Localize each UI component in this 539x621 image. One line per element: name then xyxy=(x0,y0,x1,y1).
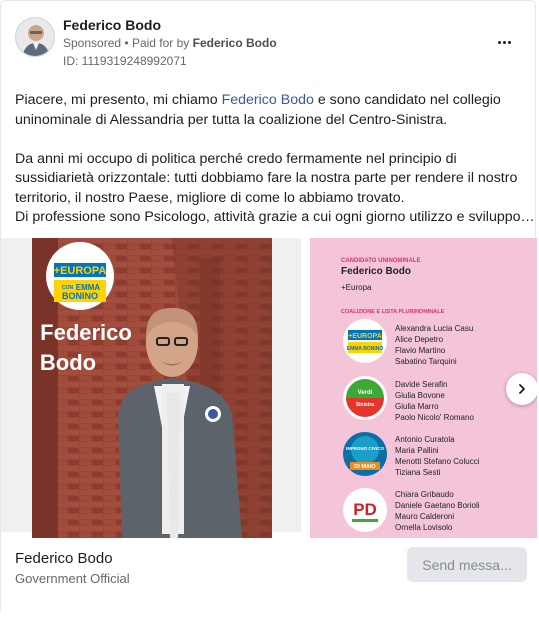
slide-name-last: Bodo xyxy=(40,350,96,375)
candidate-list-graphic: CANDIDATO UNINOMINALE Federico Bodo +Eur… xyxy=(310,238,537,538)
candidate-name: Chiara Gribaudo xyxy=(395,490,454,499)
candidate-name: Flavio Martino xyxy=(395,346,446,355)
candidate-photo-image: +EUROPA CON EMMA BONINO Federico Bodo xyxy=(32,238,272,538)
candidate-name: Alice Depetro xyxy=(395,335,444,344)
candidate-name: Mauro Calderoni xyxy=(395,512,454,521)
post-header: Federico Bodo Sponsored • Paid for by Fe… xyxy=(15,17,535,77)
avatar-portrait-icon xyxy=(16,18,54,56)
avatar[interactable] xyxy=(15,17,55,57)
candidate-name: Ornella Lovisolo xyxy=(395,523,453,532)
post-body: Piacere, mi presento, mi chiamo Federico… xyxy=(15,91,535,228)
group-logo-sinistra: Sinistra xyxy=(356,402,375,408)
bonino-text: BONINO xyxy=(62,291,98,301)
more-horizontal-icon xyxy=(497,40,501,44)
europa-logo-text: +EUROPA xyxy=(54,265,107,277)
carousel-slide-2[interactable]: CANDIDATO UNINOMINALE Federico Bodo +Eur… xyxy=(310,238,537,538)
candidate-name: Menotti Stefano Colucci xyxy=(395,457,480,466)
candidate-name: Sabatino Tarquini xyxy=(395,357,457,366)
group-logo-pd: PD xyxy=(353,500,377,519)
body-line: uninominale di Alessandria per tutta la … xyxy=(15,111,448,128)
candidate-name: Maria Pallini xyxy=(395,446,439,455)
body-line: territorio, il nostro Paese, migliore di… xyxy=(15,189,405,206)
more-options-button[interactable] xyxy=(491,33,517,51)
chevron-right-icon xyxy=(519,384,525,394)
candidate-name: Antonio Curatola xyxy=(395,435,455,444)
candidate-name: Davide Serafin xyxy=(395,380,447,389)
dot-separator: • xyxy=(124,36,132,50)
media-carousel[interactable]: +EUROPA CON EMMA BONINO Federico Bodo CA… xyxy=(1,238,537,538)
more-dot xyxy=(502,40,506,44)
group-logo-bonino: EMMA BONINO xyxy=(347,346,384,352)
candidate-name: Giulia Marro xyxy=(395,402,439,411)
group-logo-europa: +EUROPA xyxy=(348,333,382,340)
body-text-span: e sono candidato nel collegio xyxy=(313,92,501,108)
paid-for-prefix: Paid for by xyxy=(131,36,190,50)
body-text-span: Piacere, mi presento, mi chiamo xyxy=(15,92,222,108)
sponsored-label: Sponsored xyxy=(63,36,122,50)
footer-page-name[interactable]: Federico Bodo xyxy=(15,550,113,567)
candidate-name: Tiziana Sesti xyxy=(395,468,441,477)
more-dot xyxy=(507,40,511,44)
carousel-next-button[interactable] xyxy=(506,373,537,405)
slide2-candidate: Federico Bodo xyxy=(341,266,411,277)
group-logo-dimaio: DI MAIO xyxy=(354,464,376,470)
group-logo-impegno: IMPEGNO CIVICO xyxy=(346,446,385,451)
candidate-name: Giulia Bovone xyxy=(395,391,445,400)
page-name[interactable]: Federico Bodo xyxy=(63,17,161,33)
ad-library-id: ID: 1119319248992071 xyxy=(63,54,187,68)
candidate-name: Paolo Nicolo' Romano xyxy=(395,413,474,422)
header-small: CANDIDATO UNINOMINALE xyxy=(341,258,420,264)
body-line: sussidiarietà orizzontale: tutti dobbiam… xyxy=(15,170,518,186)
footer-category: Government Official xyxy=(15,571,130,586)
ad-card: Federico Bodo Sponsored • Paid for by Fe… xyxy=(0,0,537,615)
section-title: COALIZIONE E LISTA PLURINOMINALE xyxy=(341,309,445,315)
candidate-name: Daniele Gaetano Borioli xyxy=(395,501,480,510)
candidate-link[interactable]: Federico Bodo xyxy=(222,92,314,108)
paid-for-name[interactable]: Federico Bodo xyxy=(193,36,277,50)
body-line: Da anni mi occupo di politica perché cre… xyxy=(15,150,457,167)
candidate-name: Alexandra Lucia Casu xyxy=(395,324,473,333)
body-line: Di professione sono Psicologo, attività … xyxy=(15,209,535,225)
group-logo-verdi: Verdi xyxy=(358,390,373,396)
send-message-button[interactable]: Send messa... xyxy=(407,547,527,582)
slide2-party: +Europa xyxy=(341,283,372,292)
sponsored-line: Sponsored • Paid for by Federico Bodo xyxy=(63,36,277,50)
slide-name-first: Federico xyxy=(40,320,132,345)
body-line: Piacere, mi presento, mi chiamo Federico… xyxy=(15,91,529,111)
candidate-photo: +EUROPA CON EMMA BONINO Federico Bodo xyxy=(32,238,272,538)
cta-footer: Federico Bodo Government Official Send m… xyxy=(1,539,537,615)
carousel-slide-1[interactable]: +EUROPA CON EMMA BONINO Federico Bodo xyxy=(1,238,301,538)
